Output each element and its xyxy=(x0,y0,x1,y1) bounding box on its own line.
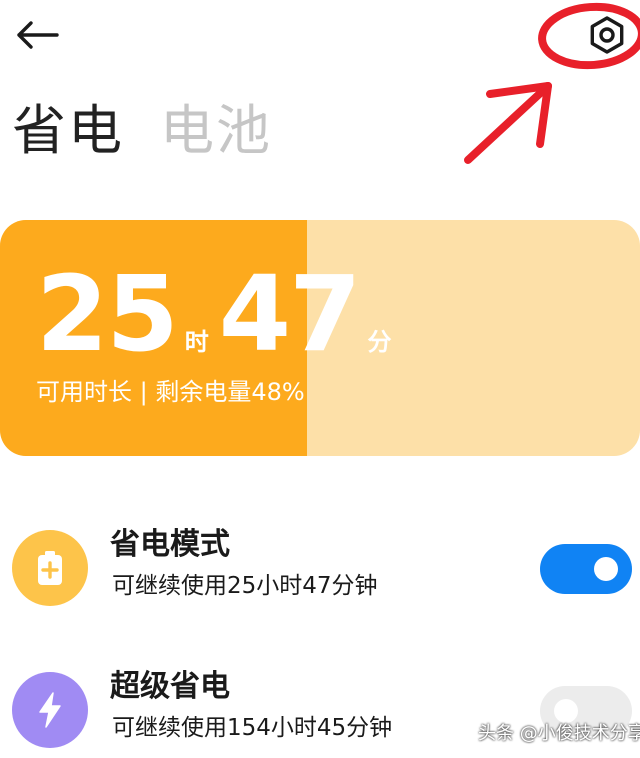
power-saving-mode-subtitle: 可继续使用25小时47分钟 xyxy=(112,573,378,599)
toggle-knob xyxy=(594,557,618,581)
ultra-power-saving-title: 超级省电 xyxy=(110,669,230,704)
lightning-icon xyxy=(12,672,88,748)
power-saving-mode-toggle[interactable] xyxy=(540,544,632,594)
power-saving-mode-title: 省电模式 xyxy=(110,527,230,562)
remaining-time: 25 时 47 分 xyxy=(36,256,401,366)
ultra-power-saving-subtitle: 可继续使用154小时45分钟 xyxy=(112,715,393,741)
battery-subtitle: 可用时长 | 剩余电量48% xyxy=(36,378,305,406)
settings-button[interactable] xyxy=(584,12,630,58)
tab-bar: 省电 电池 xyxy=(12,96,272,166)
hex-gear-icon xyxy=(590,16,624,54)
power-saving-mode-row[interactable]: 省电模式 可继续使用25小时47分钟 xyxy=(0,516,640,616)
arrow-left-icon xyxy=(17,21,59,49)
tab-battery[interactable]: 电池 xyxy=(160,96,272,166)
minutes-unit: 分 xyxy=(367,328,392,356)
hours-value: 25 xyxy=(36,253,179,375)
watermark: 头条 @小俊技术分享 xyxy=(478,723,640,744)
toggle-knob xyxy=(554,699,578,723)
tab-power-saving[interactable]: 省电 xyxy=(12,96,124,166)
battery-plus-icon xyxy=(12,530,88,606)
hours-unit: 时 xyxy=(184,328,209,356)
back-button[interactable] xyxy=(12,14,62,56)
minutes-value: 47 xyxy=(218,253,362,375)
annotation-arrow xyxy=(464,82,552,164)
